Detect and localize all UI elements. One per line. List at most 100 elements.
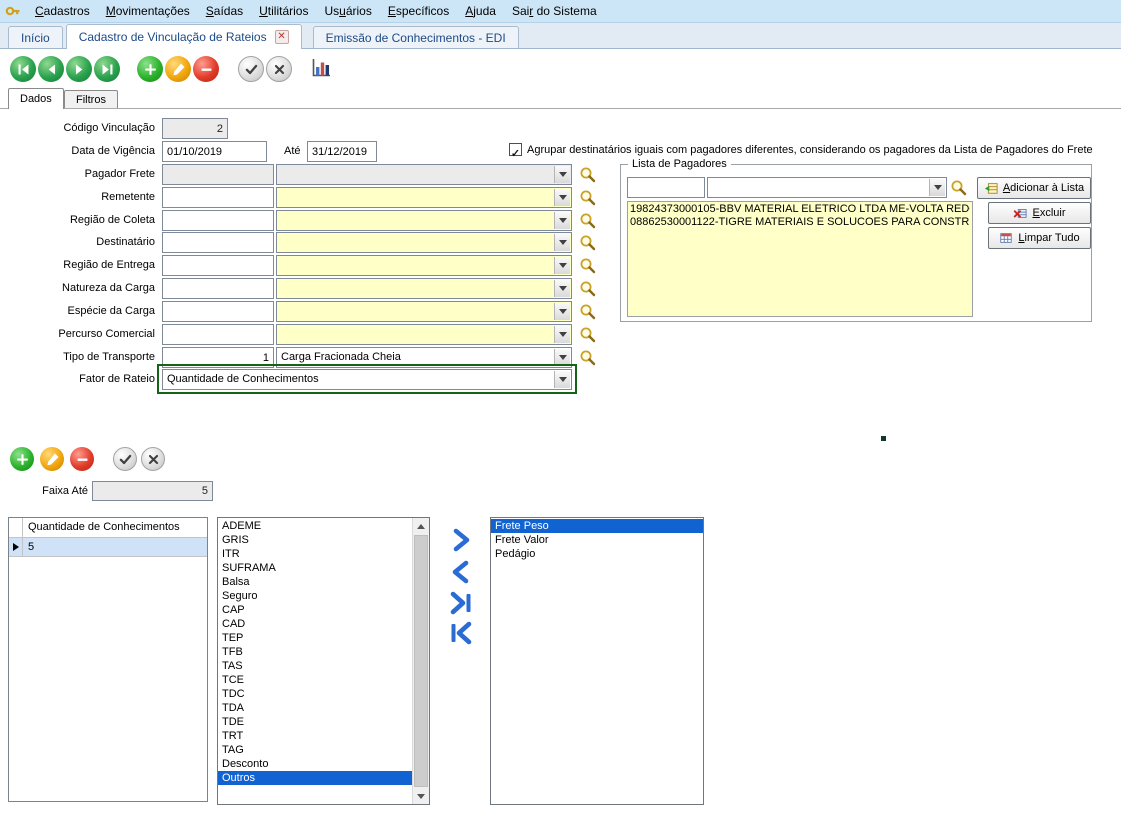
componente-item[interactable]: Outros: [218, 771, 412, 785]
percurso-comercial-combo[interactable]: [276, 324, 572, 345]
componente-item[interactable]: ITR: [218, 547, 412, 561]
regiao-coleta-codigo-field[interactable]: [162, 210, 274, 231]
limpar-tudo-button[interactable]: Limpar Tudo: [988, 227, 1091, 249]
percurso-comercial-search-icon[interactable]: [579, 326, 596, 343]
btn-cancel[interactable]: [266, 56, 292, 82]
data-vigencia-inicio-field[interactable]: 01/10/2019: [162, 141, 267, 162]
natureza-carga-search-icon[interactable]: [579, 280, 596, 297]
btn-insert-faixa[interactable]: [10, 447, 34, 471]
menu-item[interactable]: Sair do Sistema: [504, 0, 605, 22]
pagador-list-item[interactable]: 08862530001122-TIGRE MATERIAIS E SOLUCOE…: [630, 216, 970, 229]
btn-edit-faixa[interactable]: [40, 447, 64, 471]
move-left-button[interactable]: [448, 559, 474, 585]
move-all-right-button[interactable]: [448, 590, 474, 616]
vertical-scrollbar[interactable]: [412, 518, 429, 804]
combo-arrow-icon[interactable]: [554, 189, 570, 206]
regiao-coleta-search-icon[interactable]: [579, 212, 596, 229]
percurso-comercial-codigo-field[interactable]: [162, 324, 274, 345]
destinatario-codigo-field[interactable]: [162, 232, 274, 253]
data-vigencia-fim-field[interactable]: 31/12/2019: [307, 141, 377, 162]
especie-carga-combo[interactable]: [276, 301, 572, 322]
combo-arrow-icon[interactable]: [554, 326, 570, 343]
pagador-codigo-input[interactable]: [627, 177, 705, 198]
agrupar-destinatarios-checkbox[interactable]: [509, 143, 522, 156]
grid-cell[interactable]: 5: [23, 538, 207, 556]
grid-row[interactable]: 5: [9, 538, 207, 557]
componente-item[interactable]: ADEME: [218, 519, 412, 533]
pagador-combo[interactable]: [707, 177, 947, 198]
remetente-codigo-field[interactable]: [162, 187, 274, 208]
especie-carga-search-icon[interactable]: [579, 303, 596, 320]
componente-item[interactable]: TCE: [218, 673, 412, 687]
move-all-left-button[interactable]: [448, 620, 474, 646]
componente-item[interactable]: CAP: [218, 603, 412, 617]
pagador-search-icon[interactable]: [950, 179, 967, 196]
menu-item[interactable]: Específicos: [380, 0, 457, 22]
regiao-entrega-codigo-field[interactable]: [162, 255, 274, 276]
componente-item[interactable]: SUFRAMA: [218, 561, 412, 575]
componente-item[interactable]: TAG: [218, 743, 412, 757]
tipo-transporte-search-icon[interactable]: [579, 349, 596, 366]
btn-cancel-faixa[interactable]: [141, 447, 165, 471]
combo-arrow-icon[interactable]: [554, 371, 570, 388]
scrollbar-thumb[interactable]: [414, 535, 428, 787]
componente-item[interactable]: TEP: [218, 631, 412, 645]
componente-item[interactable]: Desconto: [218, 757, 412, 771]
componente-item[interactable]: Seguro: [218, 589, 412, 603]
tab-inicio[interactable]: Início: [8, 26, 63, 48]
combo-arrow-icon[interactable]: [554, 257, 570, 274]
menu-item[interactable]: Cadastros: [27, 0, 98, 22]
destinatario-search-icon[interactable]: [579, 234, 596, 251]
especie-carga-codigo-field[interactable]: [162, 301, 274, 322]
pagador-frete-search-icon[interactable]: [579, 166, 596, 183]
menu-item[interactable]: Saídas: [198, 0, 251, 22]
componentes-selecionados-listbox[interactable]: Frete PesoFrete ValorPedágio: [490, 517, 704, 805]
btn-first-record[interactable]: [10, 56, 36, 82]
btn-next-record[interactable]: [66, 56, 92, 82]
combo-arrow-icon[interactable]: [554, 234, 570, 251]
componente-item[interactable]: TAS: [218, 659, 412, 673]
componente-item[interactable]: GRIS: [218, 533, 412, 547]
btn-report-chart-icon[interactable]: [309, 56, 335, 82]
btn-last-record[interactable]: [94, 56, 120, 82]
btn-delete-faixa[interactable]: [70, 447, 94, 471]
faixas-grid[interactable]: Quantidade de Conhecimentos 5: [8, 517, 208, 802]
btn-insert[interactable]: [137, 56, 163, 82]
componente-selecionado-item[interactable]: Frete Valor: [491, 533, 703, 547]
tab-dados[interactable]: Dados: [8, 88, 64, 109]
remetente-combo[interactable]: [276, 187, 572, 208]
tab-cadastro-vinculacao-rateios[interactable]: Cadastro de Vinculação de Rateios: [66, 24, 302, 49]
natureza-carga-combo[interactable]: [276, 278, 572, 299]
componente-selecionado-item[interactable]: Frete Peso: [491, 519, 703, 533]
destinatario-combo[interactable]: [276, 232, 572, 253]
regiao-entrega-combo[interactable]: [276, 255, 572, 276]
move-right-button[interactable]: [448, 527, 474, 553]
componente-item[interactable]: TRT: [218, 729, 412, 743]
menu-item[interactable]: Ajuda: [457, 0, 504, 22]
close-tab-icon[interactable]: [275, 30, 289, 44]
combo-arrow-icon[interactable]: [554, 303, 570, 320]
regiao-entrega-search-icon[interactable]: [579, 257, 596, 274]
btn-confirm-faixa[interactable]: [113, 447, 137, 471]
combo-arrow-icon[interactable]: [554, 280, 570, 297]
componente-item[interactable]: CAD: [218, 617, 412, 631]
pagadores-listbox[interactable]: 19824373000105-BBV MATERIAL ELETRICO LTD…: [627, 201, 973, 317]
natureza-carga-codigo-field[interactable]: [162, 278, 274, 299]
btn-edit[interactable]: [165, 56, 191, 82]
componente-selecionado-item[interactable]: Pedágio: [491, 547, 703, 561]
componente-item[interactable]: TDE: [218, 715, 412, 729]
combo-arrow-icon[interactable]: [554, 212, 570, 229]
btn-confirm[interactable]: [238, 56, 264, 82]
menu-item[interactable]: Utilitários: [251, 0, 316, 22]
combo-arrow-icon[interactable]: [929, 179, 945, 196]
remetente-search-icon[interactable]: [579, 189, 596, 206]
tab-filtros[interactable]: Filtros: [64, 90, 118, 109]
scroll-down-icon[interactable]: [413, 788, 429, 804]
excluir-button[interactable]: Excluir: [988, 202, 1091, 224]
adicionar-a-lista-button[interactable]: Adicionar à Lista: [977, 177, 1091, 199]
regiao-coleta-combo[interactable]: [276, 210, 572, 231]
scroll-up-icon[interactable]: [413, 518, 429, 534]
componente-item[interactable]: TDA: [218, 701, 412, 715]
menu-item[interactable]: Movimentações: [98, 0, 198, 22]
pagador-list-item[interactable]: 19824373000105-BBV MATERIAL ELETRICO LTD…: [630, 203, 970, 216]
